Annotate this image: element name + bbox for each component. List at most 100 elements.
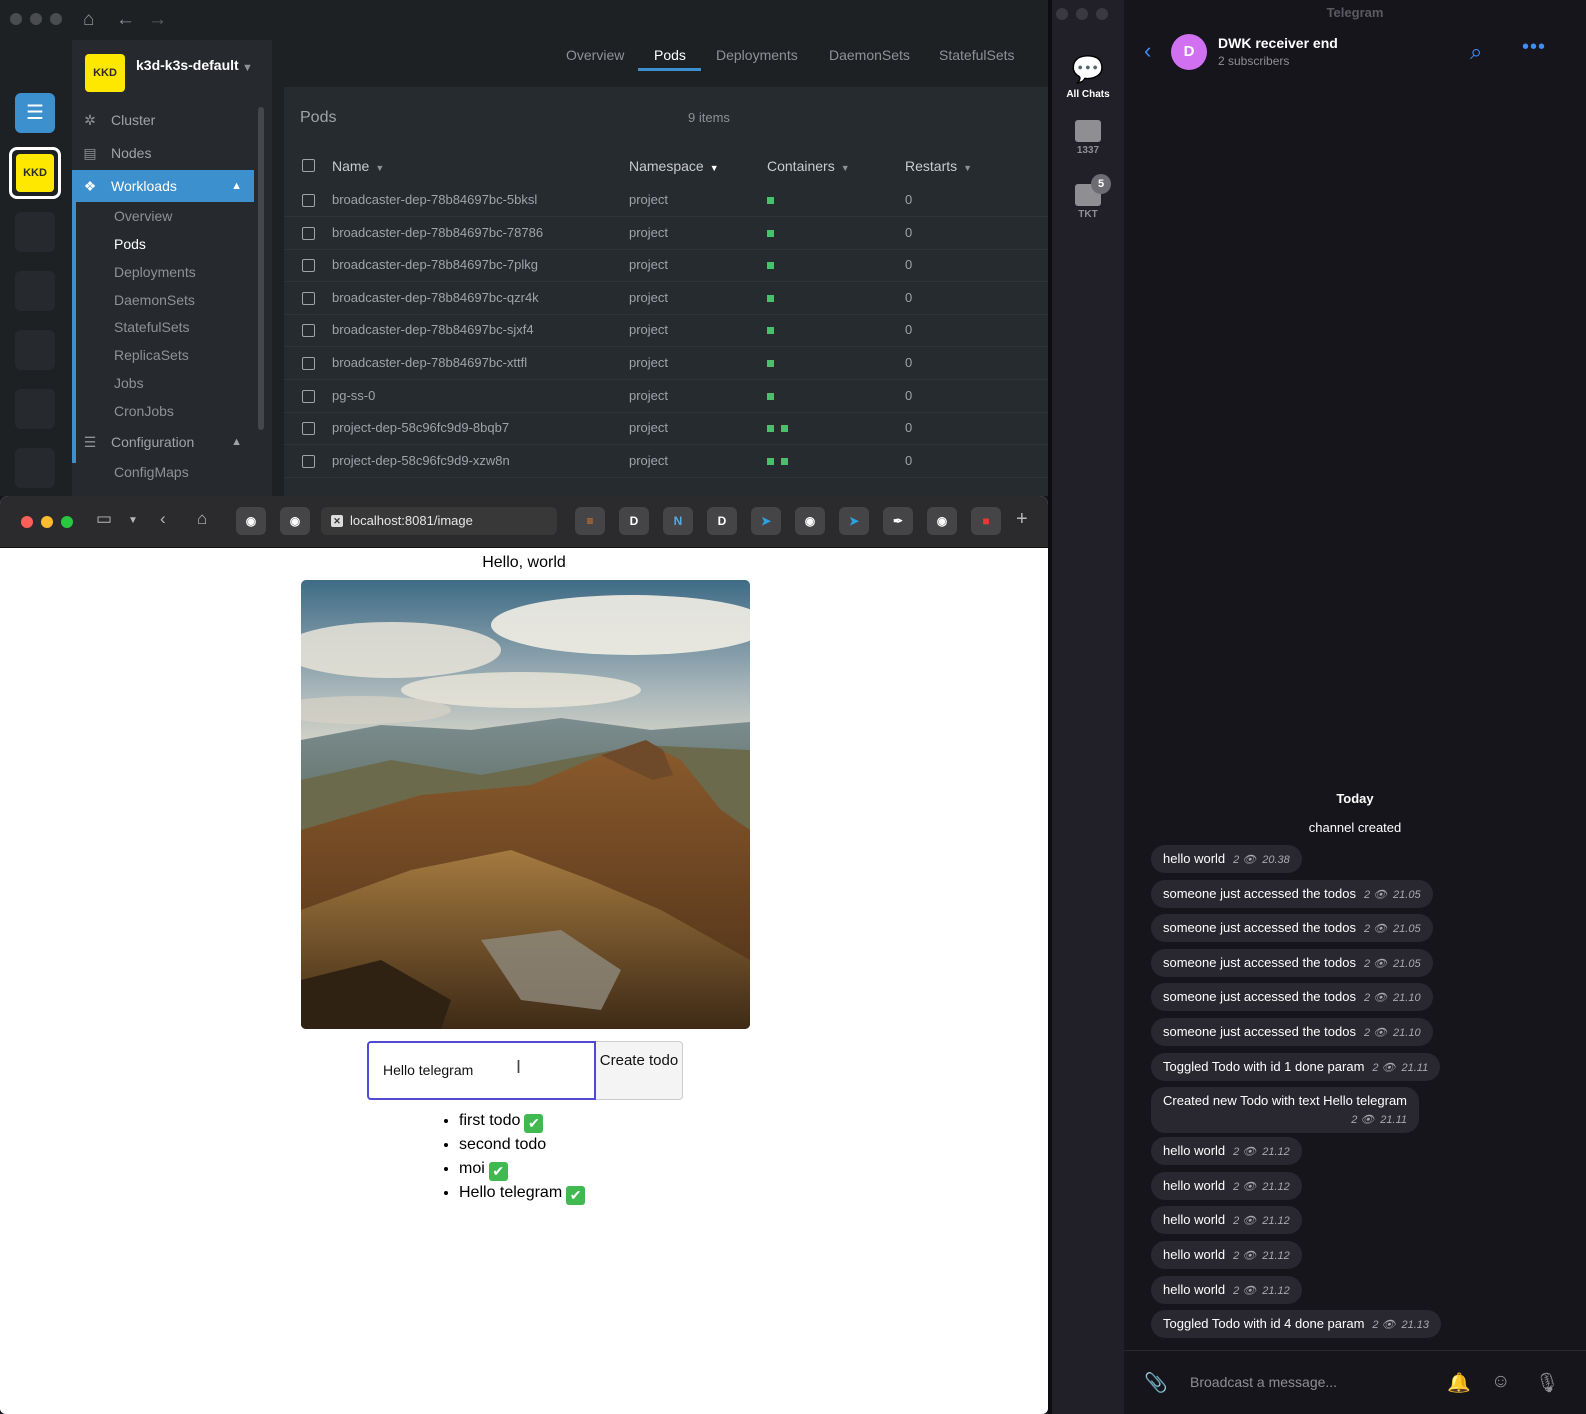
tab-daemonsets[interactable]: DaemonSets — [829, 47, 910, 63]
minimize-window-button[interactable] — [1076, 8, 1088, 20]
zoom-window-button[interactable] — [1096, 8, 1108, 20]
channel-message[interactable]: someone just accessed the todos 2 👁 21.05 — [1151, 948, 1433, 977]
sidebar-subitem-jobs[interactable]: Jobs — [76, 369, 254, 397]
sidebar-item-cluster[interactable]: ✲ Cluster — [72, 104, 254, 136]
github-tab-icon[interactable]: ◉ — [236, 507, 266, 535]
bookmark-tab-icon[interactable]: ✒ — [883, 507, 913, 535]
row-checkbox[interactable] — [302, 389, 315, 403]
channel-name[interactable]: DWK receiver end — [1218, 35, 1338, 51]
todo-item[interactable]: Hello telegram✔ — [459, 1181, 586, 1205]
row-checkbox[interactable] — [302, 226, 315, 240]
channel-message[interactable]: someone just accessed the todos 2 👁 21.05 — [1151, 879, 1433, 908]
zoom-window-button[interactable] — [61, 516, 73, 528]
row-checkbox[interactable] — [302, 357, 315, 370]
column-header-restarts[interactable]: Restarts ▼ — [905, 158, 972, 174]
table-row[interactable]: broadcaster-dep-78b84697bc-qzr4k project 0 — [284, 282, 1048, 315]
table-row[interactable]: broadcaster-dep-78b84697bc-xttfl project 0 — [284, 347, 1048, 380]
channel-message[interactable]: hello world 2 👁 20.38 — [1151, 845, 1302, 873]
table-row[interactable]: broadcaster-dep-78b84697bc-78786 project 0 — [284, 217, 1048, 250]
hotbar-cluster-kkd[interactable]: KKD — [9, 147, 61, 199]
channel-message[interactable]: someone just accessed the todos 2 👁 21.05 — [1151, 914, 1433, 943]
telegram-tab-icon[interactable]: ➤ — [751, 507, 781, 535]
close-window-button[interactable] — [1056, 8, 1068, 20]
row-checkbox[interactable] — [302, 422, 315, 436]
telegram-tab-icon[interactable]: ➤ — [839, 507, 869, 535]
home-icon[interactable]: ⌂ — [83, 9, 94, 31]
pod-name[interactable]: broadcaster-dep-78b84697bc-xttfl — [332, 355, 527, 370]
back-chevron-icon[interactable]: ‹ — [1144, 38, 1151, 64]
column-header-containers[interactable]: Containers ▼ — [767, 158, 850, 174]
channel-message[interactable]: Toggled Todo with id 4 done param 2 👁 21.13 — [1151, 1310, 1442, 1339]
todo-text-input[interactable]: Hello telegram I — [367, 1041, 596, 1100]
pod-name[interactable]: project-dep-58c96fc9d9-xzw8n — [332, 453, 510, 468]
pod-name[interactable]: broadcaster-dep-78b84697bc-5bksl — [332, 192, 537, 207]
table-row[interactable]: project-dep-58c96fc9d9-8bqb7 project 0 — [284, 412, 1048, 446]
table-row[interactable]: broadcaster-dep-78b84697bc-5bksl project 0 — [284, 184, 1048, 217]
table-row[interactable]: broadcaster-dep-78b84697bc-7plkg project 0 — [284, 249, 1048, 283]
sidebar-subitem-cronjobs[interactable]: CronJobs — [76, 397, 254, 425]
more-options-icon[interactable]: ••• — [1522, 36, 1546, 59]
todo-item[interactable]: second todo — [459, 1133, 585, 1157]
chevron-up-icon[interactable]: ▲ — [231, 426, 242, 458]
back-arrow-icon[interactable]: ← — [116, 9, 135, 31]
row-checkbox[interactable] — [302, 291, 315, 305]
pod-name[interactable]: project-dep-58c96fc9d9-8bqb7 — [332, 420, 509, 435]
search-icon[interactable]: ⌕ — [1470, 39, 1482, 65]
minimize-window-button[interactable] — [41, 516, 53, 528]
table-row[interactable]: project-dep-58c96fc9d9-xzw8n project 0 — [284, 445, 1048, 478]
minimize-window-button[interactable] — [30, 13, 42, 25]
create-todo-button[interactable]: Create todo — [596, 1041, 683, 1100]
pod-name[interactable]: broadcaster-dep-78b84697bc-78786 — [332, 225, 543, 240]
new-tab-plus-icon[interactable]: + — [1016, 508, 1028, 531]
hotbar-empty-slot[interactable] — [15, 212, 55, 252]
row-checkbox[interactable] — [302, 324, 315, 338]
channel-message[interactable]: Toggled Todo with id 1 done param 2 👁 21.11 — [1151, 1052, 1441, 1081]
message-input[interactable]: Broadcast a message... — [1190, 1374, 1337, 1390]
sidebar-item-nodes[interactable]: ▤ Nodes — [72, 137, 254, 169]
back-arrow-icon[interactable]: ‹ — [160, 509, 166, 529]
tab-overview[interactable]: Overview — [566, 47, 624, 63]
select-all-checkbox[interactable] — [302, 159, 315, 172]
pod-name[interactable]: pg-ss-0 — [332, 388, 375, 403]
pod-name[interactable]: broadcaster-dep-78b84697bc-qzr4k — [332, 290, 539, 305]
sidebar-subitem-overview[interactable]: Overview — [76, 202, 254, 230]
channel-message[interactable]: hello world 2 👁 21.12 — [1151, 1171, 1302, 1200]
sidebar-toggle-icon[interactable]: ▭ — [96, 509, 112, 529]
table-row[interactable]: broadcaster-dep-78b84697bc-sjxf4 project 0 — [284, 314, 1048, 348]
notion-tab-icon[interactable]: N — [663, 507, 693, 535]
channel-message[interactable]: hello world 2 👁 21.12 — [1151, 1241, 1302, 1269]
sticker-icon[interactable]: ☺ — [1491, 1371, 1510, 1393]
paperclip-icon[interactable]: 📎 — [1144, 1371, 1168, 1395]
discord-tab-icon[interactable]: D — [619, 507, 649, 535]
hotbar-empty-slot[interactable] — [15, 271, 55, 311]
microphone-icon[interactable]: 🎙 — [1535, 1371, 1559, 1395]
row-checkbox[interactable] — [302, 194, 315, 207]
hotbar-empty-slot[interactable] — [15, 389, 55, 429]
close-window-button[interactable] — [21, 516, 33, 528]
forward-arrow-icon[interactable]: → — [148, 9, 167, 31]
channel-message[interactable]: someone just accessed the todos 2 👁 21.10 — [1151, 1018, 1433, 1046]
zoom-window-button[interactable] — [50, 13, 62, 25]
catalog-icon[interactable]: ☰ — [15, 93, 55, 133]
pod-name[interactable]: broadcaster-dep-78b84697bc-sjxf4 — [332, 322, 534, 337]
hotbar-empty-slot[interactable] — [15, 330, 55, 370]
row-checkbox[interactable] — [302, 454, 315, 468]
bell-icon[interactable]: 🔔 — [1447, 1371, 1471, 1395]
sidebar-item-workloads[interactable]: ❖ Workloads ▲ — [72, 170, 254, 202]
channel-message[interactable]: hello world 2 👁 21.12 — [1151, 1137, 1302, 1166]
address-bar[interactable]: ✕ localhost:8081/image — [321, 507, 557, 535]
sidebar-subitem-configmaps[interactable]: ConfigMaps — [76, 458, 254, 486]
table-row[interactable]: pg-ss-0 project 0 — [284, 380, 1048, 413]
folder-1337[interactable]: 1337 — [1052, 120, 1124, 156]
sidebar-subitem-deployments[interactable]: Deployments — [76, 258, 254, 286]
home-icon[interactable]: ⌂ — [197, 509, 207, 529]
pod-name[interactable]: broadcaster-dep-78b84697bc-7plkg — [332, 257, 538, 272]
todo-item[interactable]: first todo✔ — [459, 1109, 585, 1133]
folder-all-chats[interactable]: 💬 All Chats — [1052, 55, 1124, 100]
red-app-tab-icon[interactable]: ■ — [971, 507, 1001, 535]
discord-tab-icon[interactable]: D — [707, 507, 737, 535]
column-header-namespace[interactable]: Namespace ▼ — [629, 158, 719, 174]
channel-message[interactable]: Created new Todo with text Hello telegra… — [1151, 1087, 1419, 1134]
sidebar-scrollbar[interactable] — [258, 107, 264, 430]
hotbar-empty-slot[interactable] — [15, 448, 55, 488]
